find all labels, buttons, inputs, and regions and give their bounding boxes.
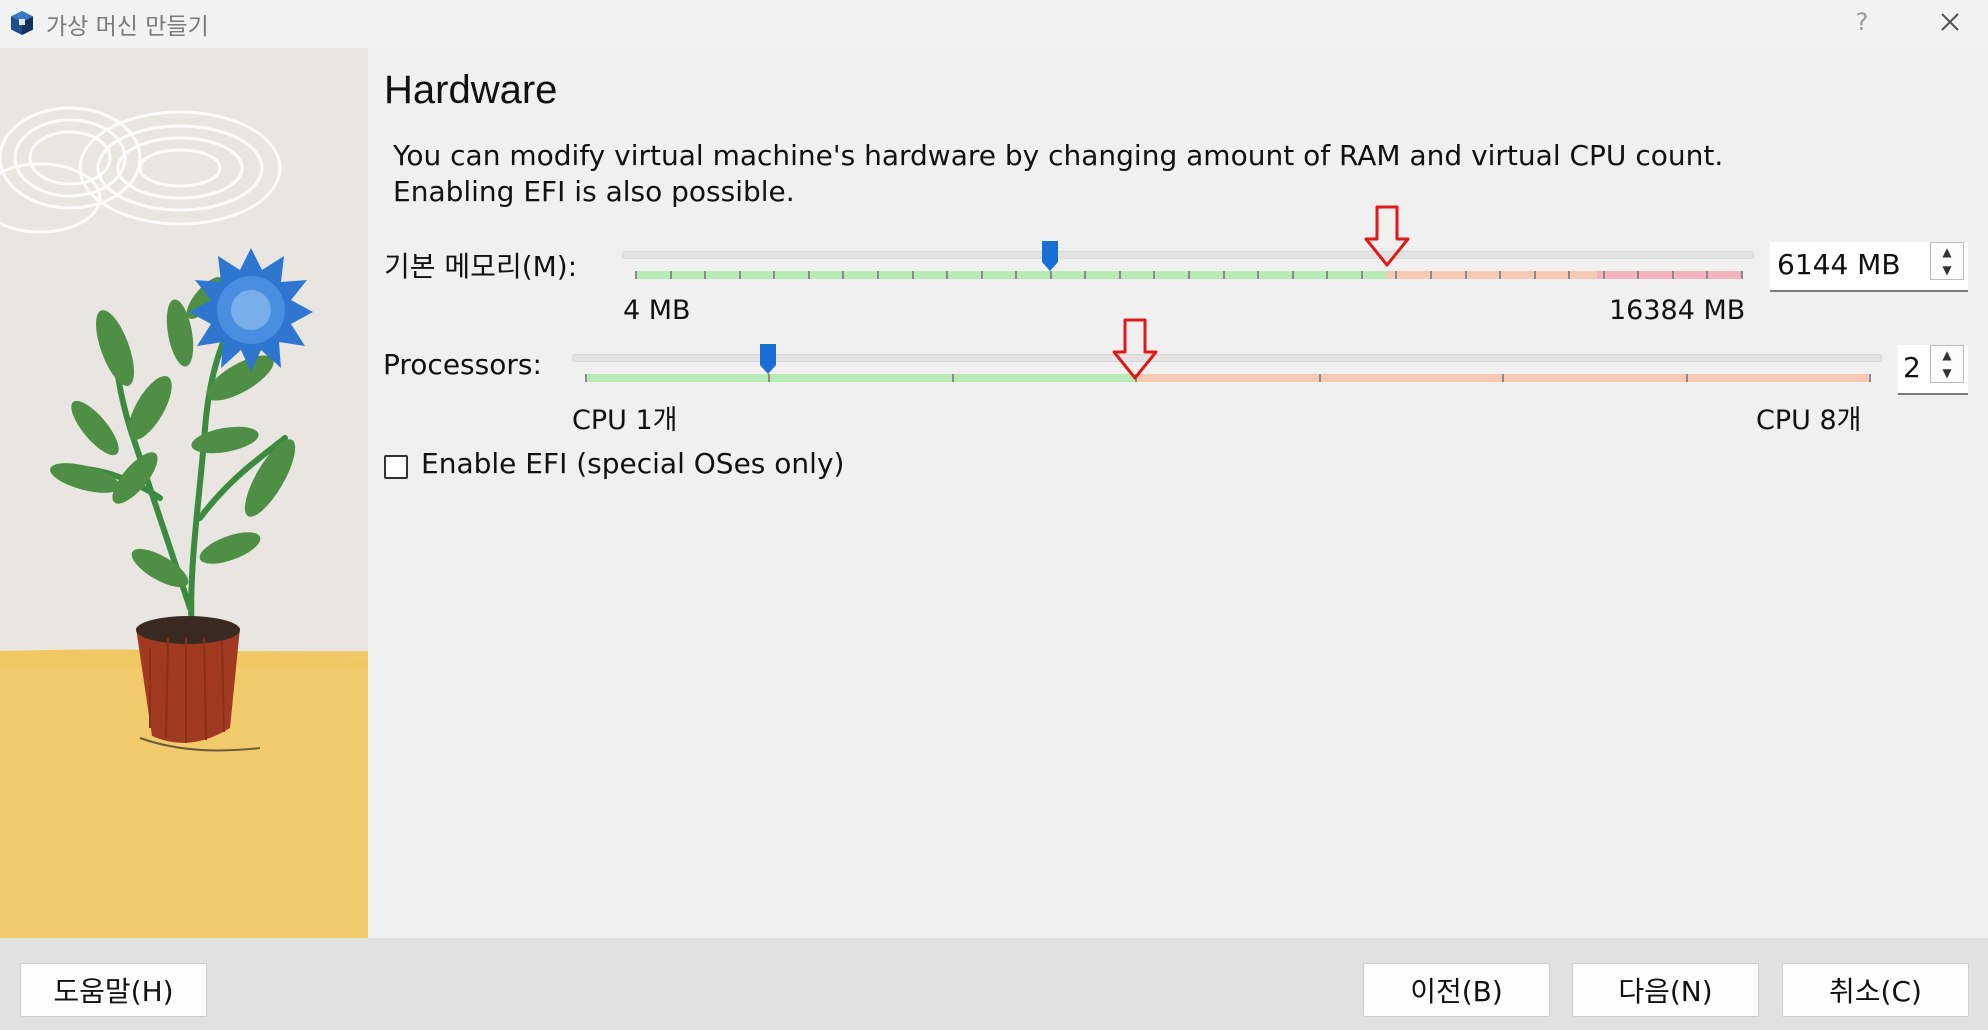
window-title: 가상 머신 만들기	[46, 14, 209, 40]
create-vm-dialog: 가상 머신 만들기 ? Hardware You can modify virt…	[0, 0, 1988, 1030]
slider-tick	[1465, 271, 1467, 279]
slider-tick	[1706, 271, 1708, 279]
slider-tick	[1257, 271, 1259, 279]
next-button[interactable]: 다음(N)	[1572, 963, 1759, 1017]
slider-tick	[952, 374, 954, 382]
slider-tick	[585, 374, 587, 382]
slider-tick	[1499, 271, 1501, 279]
slider-tick	[1603, 271, 1605, 279]
slider-tick	[1568, 271, 1570, 279]
slider-tick	[1686, 374, 1688, 382]
help-title-button[interactable]: ?	[1842, 2, 1882, 42]
processors-slider[interactable]	[572, 343, 1882, 393]
close-icon[interactable]	[1930, 2, 1970, 42]
slider-tick	[1153, 271, 1155, 279]
memory-max-label: 16384 MB	[1609, 295, 1746, 326]
memory-spin-buttons: ▲ ▼	[1930, 242, 1964, 280]
slider-tick	[773, 271, 775, 279]
slider-tick	[768, 374, 770, 382]
slider-tick	[1869, 374, 1871, 382]
wizard-illustration	[0, 48, 368, 938]
processors-slider-handle[interactable]	[759, 343, 777, 375]
slider-tick	[877, 271, 879, 279]
page-title: Hardware	[384, 68, 558, 112]
processors-value: 2	[1903, 351, 1921, 384]
slider-tick	[842, 271, 844, 279]
slider-tick	[635, 271, 637, 279]
page-description: You can modify virtual machine's hardwar…	[393, 138, 1893, 210]
processors-max-label: CPU 8개	[1756, 405, 1862, 436]
slider-tick	[912, 271, 914, 279]
slider-tick	[1319, 374, 1321, 382]
memory-value: 6144 MB	[1777, 248, 1901, 281]
slider-tick	[1223, 271, 1225, 279]
slider-tick	[808, 271, 810, 279]
slider-tick	[1292, 271, 1294, 279]
memory-label: 기본 메모리(M):	[384, 250, 578, 283]
memory-spinbox[interactable]: 6144 MB ▲ ▼	[1770, 242, 1968, 292]
slider-tick	[1326, 271, 1328, 279]
processors-spin-buttons: ▲ ▼	[1930, 345, 1964, 383]
slider-tick	[1534, 271, 1536, 279]
slider-tick	[1502, 374, 1504, 382]
spin-down-icon[interactable]: ▼	[1931, 261, 1963, 279]
virtualbox-icon	[11, 11, 33, 35]
memory-slider-groove	[622, 251, 1754, 259]
annotation-arrow-icon	[1364, 205, 1410, 267]
description-line: Enabling EFI is also possible.	[393, 175, 795, 208]
slider-tick	[1119, 271, 1121, 279]
slider-tick	[1084, 271, 1086, 279]
slider-tick	[1430, 271, 1432, 279]
spin-down-icon[interactable]: ▼	[1931, 364, 1963, 382]
slider-tick	[1015, 271, 1017, 279]
slider-tick	[739, 271, 741, 279]
slider-tick	[1637, 271, 1639, 279]
slider-tick	[946, 271, 948, 279]
help-button[interactable]: 도움말(H)	[20, 963, 207, 1017]
slider-tick	[1395, 271, 1397, 279]
efi-checkbox[interactable]	[384, 455, 408, 479]
processors-spinbox[interactable]: 2 ▲ ▼	[1898, 345, 1968, 395]
memory-slider-handle[interactable]	[1041, 240, 1059, 272]
processors-label: Processors:	[383, 348, 542, 381]
slider-tick	[670, 271, 672, 279]
memory-slider[interactable]	[622, 240, 1754, 290]
annotation-arrow-icon	[1112, 318, 1158, 380]
processors-ticks	[585, 374, 1871, 382]
slider-tick	[1672, 271, 1674, 279]
dialog-footer: 도움말(H) 이전(B) 다음(N) 취소(C)	[0, 938, 1988, 1030]
efi-checkbox-label[interactable]: Enable EFI (special OSes only)	[421, 447, 844, 480]
description-line: You can modify virtual machine's hardwar…	[393, 139, 1724, 172]
slider-tick	[1741, 271, 1743, 279]
slider-tick	[704, 271, 706, 279]
slider-tick	[981, 271, 983, 279]
spin-up-icon[interactable]: ▲	[1931, 346, 1963, 364]
processors-min-label: CPU 1개	[572, 405, 678, 436]
back-button[interactable]: 이전(B)	[1363, 963, 1550, 1017]
spin-up-icon[interactable]: ▲	[1931, 243, 1963, 261]
flower-pot-illustration	[0, 48, 368, 938]
slider-tick	[1361, 271, 1363, 279]
cancel-button[interactable]: 취소(C)	[1782, 963, 1969, 1017]
title-bar: 가상 머신 만들기 ?	[0, 0, 1988, 48]
memory-min-label: 4 MB	[623, 295, 691, 326]
slider-tick	[1050, 271, 1052, 279]
memory-ticks	[635, 271, 1743, 279]
slider-tick	[1188, 271, 1190, 279]
